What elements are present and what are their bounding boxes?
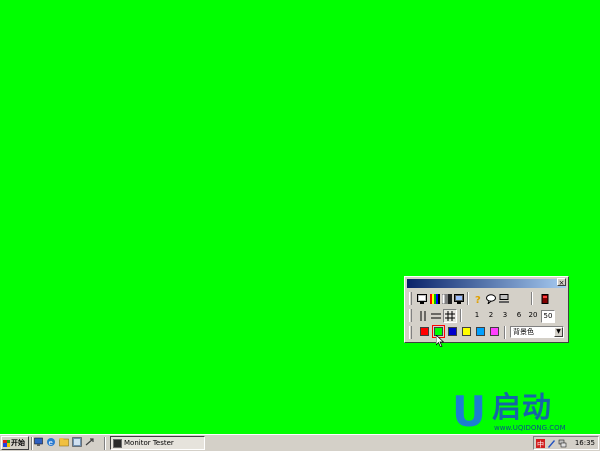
- grayscale-icon[interactable]: [441, 293, 452, 304]
- line-width-3[interactable]: 3: [500, 310, 510, 321]
- toolbar-separator: [460, 309, 462, 322]
- folder-icon[interactable]: [59, 437, 69, 447]
- system-tray: 中 16:35: [533, 436, 599, 450]
- toolbar-row-lines: 1 2 3 6 20 50: [408, 308, 566, 324]
- line-width-1[interactable]: 1: [472, 310, 482, 321]
- toolbar-grip[interactable]: [409, 292, 412, 305]
- vertical-lines-icon[interactable]: [417, 310, 428, 321]
- svg-text:?: ?: [475, 295, 481, 304]
- network-tray-icon[interactable]: [558, 439, 567, 448]
- toolbar-separator: [531, 292, 533, 305]
- arrow-icon[interactable]: [85, 437, 95, 447]
- start-button[interactable]: 开始: [1, 436, 29, 450]
- color-swatch-magenta[interactable]: [490, 327, 499, 336]
- close-button[interactable]: ×: [557, 278, 566, 287]
- uqidong-watermark-logo: U 启动 www.UQIDONG.COM: [452, 390, 600, 436]
- toolbar-grip[interactable]: [409, 326, 412, 339]
- exit-icon[interactable]: [539, 293, 550, 304]
- monitor-tester-toolbar-window[interactable]: × ? 1 2 3 6 20 50 背景色 ▼: [404, 276, 569, 343]
- toolbar-titlebar[interactable]: [407, 279, 566, 288]
- watermark-u-letter: U: [452, 387, 487, 436]
- color-swatch-red[interactable]: [420, 327, 429, 336]
- color-swatch-blue[interactable]: [448, 327, 457, 336]
- display-icon[interactable]: [416, 293, 427, 304]
- color-target-value: 背景色: [513, 328, 534, 336]
- toolbar-separator: [467, 292, 469, 305]
- clock: 16:35: [574, 439, 595, 447]
- media-icon[interactable]: [72, 437, 82, 447]
- taskbar-separator: [31, 437, 33, 450]
- toolbar-grip[interactable]: [409, 309, 412, 322]
- start-label: 开始: [11, 439, 25, 447]
- toolbar-separator: [504, 326, 506, 339]
- task-label: Monitor Tester: [124, 439, 174, 447]
- line-width-2[interactable]: 2: [486, 310, 496, 321]
- line-width-20[interactable]: 20: [528, 310, 538, 321]
- svg-text:e: e: [49, 439, 53, 447]
- mouse-cursor-icon: [436, 335, 444, 347]
- horizontal-lines-icon[interactable]: [430, 310, 441, 321]
- desktop-shortcut-icon[interactable]: [34, 437, 44, 447]
- svg-text:中: 中: [537, 440, 544, 449]
- ie-icon[interactable]: e: [46, 437, 56, 447]
- toolbar-row-colors: 背景色 ▼: [408, 325, 566, 341]
- monitor-tester-app-icon: [113, 438, 122, 448]
- windows-flag-icon: [3, 439, 10, 447]
- color-target-dropdown[interactable]: 背景色 ▼: [510, 326, 564, 338]
- pen-icon[interactable]: [547, 439, 556, 448]
- taskbar-task-monitor-tester[interactable]: Monitor Tester: [110, 436, 205, 450]
- watermark-url: www.UQIDONG.COM: [494, 424, 566, 432]
- chat-icon[interactable]: [485, 293, 496, 304]
- watermark-brand-text: 启动: [492, 390, 553, 424]
- color-swatch-cyan[interactable]: [476, 327, 485, 336]
- chinese-ime-icon[interactable]: 中: [536, 439, 545, 448]
- help-icon[interactable]: ?: [472, 293, 483, 304]
- monitor-icon[interactable]: [453, 293, 464, 304]
- toolbar-row-tools: ?: [408, 291, 566, 307]
- color-swatch-yellow[interactable]: [462, 327, 471, 336]
- grid-icon[interactable]: [443, 309, 457, 323]
- color-bars-icon[interactable]: [429, 293, 440, 304]
- line-width-50[interactable]: 50: [541, 310, 555, 323]
- desktop-background: [0, 0, 600, 434]
- taskbar-separator: [104, 437, 106, 450]
- network-icon[interactable]: [498, 293, 509, 304]
- line-width-6[interactable]: 6: [514, 310, 524, 321]
- taskbar: 开始 e Monitor Tester 中 16:35: [0, 434, 600, 451]
- chevron-down-icon[interactable]: ▼: [554, 327, 563, 337]
